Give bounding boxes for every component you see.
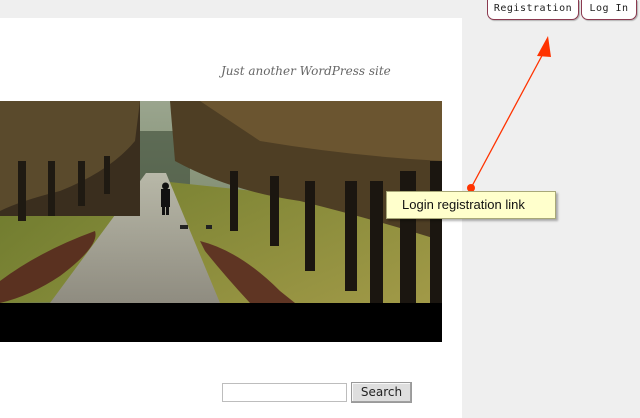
annotation-callout: Login registration link	[386, 191, 556, 219]
search-button[interactable]: Search	[351, 382, 412, 403]
arrowhead-icon	[537, 36, 551, 57]
landscape-photo-icon	[0, 101, 442, 342]
header-image	[0, 101, 442, 342]
login-link[interactable]: Log In	[581, 0, 637, 20]
registration-link[interactable]: Registration	[487, 0, 579, 20]
site-tagline: Just another WordPress site	[221, 64, 391, 78]
search-input[interactable]	[222, 383, 347, 402]
